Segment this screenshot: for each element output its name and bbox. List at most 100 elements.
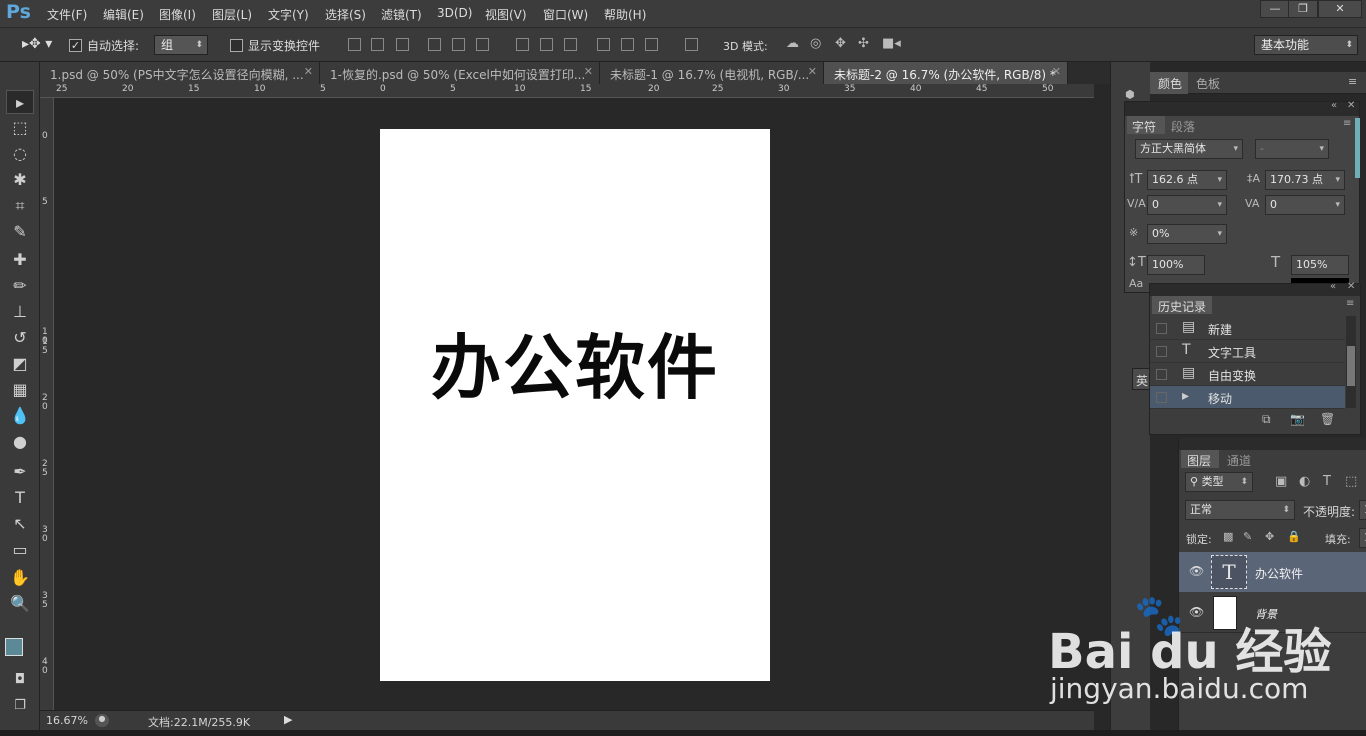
filter-adjustment-icon[interactable]: ◐: [1299, 474, 1310, 489]
panel-scrollbar[interactable]: [1355, 118, 1360, 178]
align-hcenter-icon[interactable]: [452, 38, 465, 51]
close-window-button[interactable]: ✕: [1318, 0, 1362, 18]
history-checkbox[interactable]: [1156, 323, 1167, 334]
leading-field[interactable]: 170.73 点 ▾: [1265, 170, 1345, 190]
menu-window[interactable]: 窗口(W): [543, 6, 588, 23]
align-top-icon[interactable]: [348, 38, 361, 51]
filter-shape-icon[interactable]: ⬚: [1345, 474, 1357, 489]
close-icon[interactable]: ✕: [1347, 100, 1355, 111]
tab-doc-1[interactable]: 1.psd @ 50% (PS中文字怎么设置径向模糊, ... ✕: [40, 62, 320, 84]
menu-select[interactable]: 选择(S): [325, 6, 366, 23]
distribute-left-icon[interactable]: [597, 38, 610, 51]
distribute-top-icon[interactable]: [516, 38, 529, 51]
tab-color[interactable]: 颜色: [1150, 72, 1188, 94]
distribute-right-icon[interactable]: [645, 38, 658, 51]
dodge-tool-icon[interactable]: ●: [6, 430, 34, 454]
menu-view[interactable]: 视图(V): [485, 6, 527, 23]
menu-type[interactable]: 文字(Y): [268, 6, 309, 23]
type-tool-icon[interactable]: T: [6, 486, 34, 510]
layer-filter-select[interactable]: ⚲ 类型 ⬍: [1185, 472, 1253, 492]
distribute-vcenter-icon[interactable]: [540, 38, 553, 51]
align-vcenter-icon[interactable]: [371, 38, 384, 51]
blur-tool-icon[interactable]: 💧: [6, 404, 34, 428]
tab-doc-4-active[interactable]: 未标题-2 @ 16.7% (办公软件, RGB/8) * ✕: [824, 62, 1068, 84]
filter-type-icon[interactable]: T: [1323, 474, 1331, 489]
close-icon[interactable]: ✕: [584, 65, 593, 78]
history-item-move-selected[interactable]: ▸ 移动: [1150, 386, 1345, 409]
character-panel-titlebar[interactable]: « ✕: [1125, 100, 1359, 116]
history-item-new[interactable]: ▤ 新建: [1150, 317, 1345, 340]
horizontal-scale-field[interactable]: 105%: [1291, 255, 1349, 275]
tab-history[interactable]: 历史记录: [1152, 296, 1212, 314]
history-checkbox[interactable]: [1156, 346, 1167, 357]
history-panel-titlebar[interactable]: « ✕: [1150, 281, 1360, 296]
zoom-tool-icon[interactable]: 🔍: [6, 592, 34, 616]
distribute-hcenter-icon[interactable]: [621, 38, 634, 51]
collapse-icon[interactable]: «: [1330, 281, 1336, 292]
font-family-select[interactable]: 方正大黑简体 ▾: [1135, 139, 1243, 159]
close-icon[interactable]: ✕: [304, 65, 313, 78]
tab-character[interactable]: 字符: [1127, 116, 1165, 134]
workspace-dropdown[interactable]: 基本功能 ⬍: [1254, 35, 1358, 55]
history-item-type-tool[interactable]: T 文字工具: [1150, 340, 1345, 363]
3d-scale-icon[interactable]: ■◂: [882, 36, 901, 51]
menu-filter[interactable]: 滤镜(T): [381, 6, 422, 23]
3d-rotate-icon[interactable]: ☁: [786, 36, 799, 51]
distribute-bottom-icon[interactable]: [564, 38, 577, 51]
lock-position-icon[interactable]: ✥: [1265, 530, 1274, 543]
layer-row-text[interactable]: 👁 T 办公软件: [1179, 552, 1366, 592]
tab-doc-2[interactable]: 1-恢复的.psd @ 50% (Excel中如何设置打印... ✕: [320, 62, 600, 84]
menu-image[interactable]: 图像(I): [159, 6, 196, 23]
tracking-field[interactable]: 0 ▾: [1265, 195, 1345, 215]
foreground-color-swatch[interactable]: [5, 638, 23, 656]
menu-edit[interactable]: 编辑(E): [103, 6, 144, 23]
tab-channels[interactable]: 通道: [1227, 452, 1251, 469]
panel-menu-icon[interactable]: ≡: [1348, 75, 1357, 88]
document-canvas[interactable]: 办公软件: [380, 129, 770, 681]
history-item-free-transform[interactable]: ▤ 自由变换: [1150, 363, 1345, 386]
align-left-icon[interactable]: [428, 38, 441, 51]
kerning-field[interactable]: 0 ▾: [1147, 195, 1227, 215]
lock-pixels-icon[interactable]: ✎: [1243, 530, 1252, 543]
magic-wand-tool-icon[interactable]: ✱: [6, 168, 34, 192]
close-icon[interactable]: ✕: [808, 65, 817, 78]
3d-panel-icon[interactable]: ⬢: [1125, 88, 1135, 101]
lock-all-icon[interactable]: 🔒: [1287, 530, 1301, 543]
marquee-tool-icon[interactable]: ⬚: [6, 116, 34, 140]
screen-mode-icon[interactable]: ❐: [6, 694, 34, 718]
history-brush-tool-icon[interactable]: ↺: [6, 326, 34, 350]
panel-menu-icon[interactable]: ≡: [1343, 118, 1351, 129]
new-snapshot-icon[interactable]: 📷: [1290, 412, 1305, 426]
menu-layer[interactable]: 图层(L): [212, 6, 252, 23]
zoom-level[interactable]: 16.67%: [46, 714, 88, 727]
3d-slide-icon[interactable]: ✣: [858, 36, 869, 51]
history-checkbox[interactable]: [1156, 369, 1167, 380]
hand-tool-icon[interactable]: ✋: [6, 566, 34, 590]
font-size-field[interactable]: 162.6 点 ▾: [1147, 170, 1227, 190]
restore-button[interactable]: ❐: [1288, 0, 1318, 18]
text-layer-content[interactable]: 办公软件: [380, 312, 770, 413]
blend-mode-select[interactable]: 正常 ⬍: [1185, 500, 1295, 520]
3d-roll-icon[interactable]: ◎: [810, 36, 821, 51]
layer-name[interactable]: 办公软件: [1255, 565, 1303, 582]
collapse-icon[interactable]: «: [1331, 100, 1337, 111]
scrollbar-thumb[interactable]: [1347, 346, 1355, 386]
auto-align-icon[interactable]: [685, 38, 698, 51]
close-icon[interactable]: ✕: [1052, 65, 1061, 78]
close-icon[interactable]: ✕: [1347, 281, 1355, 292]
healing-brush-tool-icon[interactable]: ✚: [6, 248, 34, 272]
lasso-tool-icon[interactable]: ◌: [6, 142, 34, 166]
eyedropper-tool-icon[interactable]: ✎: [6, 220, 34, 244]
3d-pan-icon[interactable]: ✥: [835, 36, 846, 51]
tab-swatches[interactable]: 色板: [1196, 75, 1220, 92]
history-checkbox[interactable]: [1156, 392, 1167, 403]
show-transform-checkbox[interactable]: [230, 39, 243, 52]
minimize-button[interactable]: —: [1260, 0, 1290, 18]
brush-tool-icon[interactable]: ✏: [6, 274, 34, 298]
path-selection-tool-icon[interactable]: ↖: [6, 512, 34, 536]
fill-field[interactable]: 1: [1359, 528, 1366, 548]
clone-stamp-tool-icon[interactable]: ⊥: [6, 300, 34, 324]
crop-tool-icon[interactable]: ⌗: [6, 194, 34, 218]
hidden-panel-tab-partial[interactable]: 英: [1132, 368, 1150, 390]
menu-help[interactable]: 帮助(H): [604, 6, 646, 23]
